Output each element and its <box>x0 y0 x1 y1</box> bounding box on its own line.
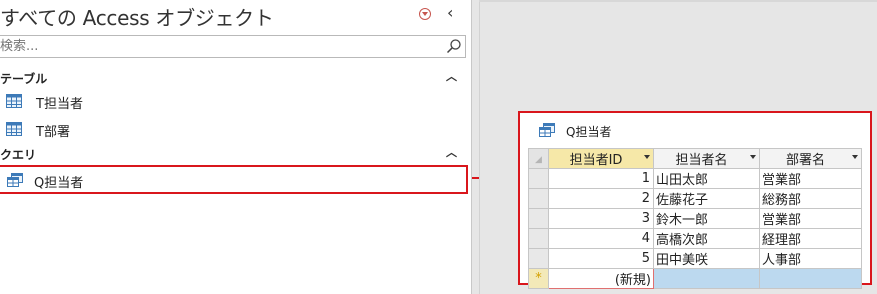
cell-dept[interactable]: 人事部 <box>759 248 862 269</box>
row-selector[interactable] <box>528 168 549 189</box>
cell-name[interactable]: 山田太郎 <box>653 168 760 189</box>
column-header-label: 担当者ID <box>569 153 623 168</box>
row-selector[interactable] <box>528 248 549 269</box>
search-input[interactable] <box>0 38 430 55</box>
cell-dept[interactable]: 経理部 <box>759 228 862 249</box>
collapse-pane-icon[interactable]: ‹ <box>447 4 453 22</box>
table-icon <box>6 122 22 136</box>
nav-item-label: T担当者 <box>36 97 83 112</box>
nav-item-table-tantousha[interactable]: T担当者 <box>0 89 466 113</box>
new-record-cell-name[interactable] <box>653 268 760 289</box>
sort-dropdown-icon[interactable] <box>852 155 858 159</box>
column-header-label: 部署名 <box>785 153 825 168</box>
navigation-pane: すべての Access オブジェクト ‹ テーブル ︿ T担当者 <box>0 0 472 294</box>
cell-dept[interactable]: 営業部 <box>759 168 862 189</box>
new-record-row[interactable]: * (新規) <box>528 268 862 289</box>
nav-item-label: T部署 <box>36 125 70 140</box>
table-row[interactable]: 3 鈴木一郎 営業部 <box>528 208 862 229</box>
table-row[interactable]: 2 佐藤花子 総務部 <box>528 188 862 209</box>
cell-id[interactable]: 1 <box>548 168 654 189</box>
search-box[interactable] <box>0 35 466 58</box>
nav-item-table-busho[interactable]: T部署 <box>0 117 466 141</box>
document-area-top-edge <box>479 0 877 2</box>
collapse-chevron-icon[interactable]: ︿ <box>446 144 457 160</box>
nav-pane-title[interactable]: すべての Access オブジェクト <box>0 2 274 31</box>
cell-id[interactable]: 4 <box>548 228 654 249</box>
query-window-title: Q担当者 <box>566 125 612 139</box>
group-label-queries: クエリ <box>0 148 37 162</box>
query-icon <box>7 173 23 187</box>
cell-id[interactable]: 5 <box>548 248 654 269</box>
row-selector[interactable] <box>528 208 549 229</box>
table-row[interactable]: 1 山田太郎 営業部 <box>528 168 862 189</box>
query-datasheet-window[interactable]: Q担当者 ◢ 担当者ID 担当者名 部署名 1 山田太郎 営業部 2 佐藤花子 … <box>518 111 872 289</box>
group-header-queries[interactable]: クエリ ︿ <box>0 144 466 162</box>
search-icon[interactable] <box>446 38 462 54</box>
cell-id[interactable]: 2 <box>548 188 654 209</box>
sort-dropdown-icon[interactable] <box>644 155 650 159</box>
new-record-cell[interactable]: (新規) <box>548 268 654 289</box>
sort-dropdown-icon[interactable] <box>750 155 756 159</box>
new-record-cell-dept[interactable] <box>759 268 862 289</box>
cell-name[interactable]: 鈴木一郎 <box>653 208 760 229</box>
nav-item-label: Q担当者 <box>34 176 84 191</box>
group-header-tables[interactable]: テーブル ︿ <box>0 68 466 86</box>
query-icon <box>539 123 555 137</box>
nav-item-query-tantousha[interactable]: Q担当者 <box>0 165 468 194</box>
nav-menu-dropdown-icon[interactable] <box>419 8 431 20</box>
select-all-cell[interactable]: ◢ <box>528 148 549 169</box>
group-label-tables: テーブル <box>0 72 48 86</box>
column-header-label: 担当者名 <box>675 153 728 168</box>
cell-id[interactable]: 3 <box>548 208 654 229</box>
cell-dept[interactable]: 総務部 <box>759 188 862 209</box>
cell-name[interactable]: 高橋次郎 <box>653 228 760 249</box>
table-row[interactable]: 5 田中美咲 人事部 <box>528 248 862 269</box>
column-header-id[interactable]: 担当者ID <box>548 148 654 169</box>
row-selector[interactable] <box>528 228 549 249</box>
column-header-name[interactable]: 担当者名 <box>653 148 760 169</box>
column-header-dept[interactable]: 部署名 <box>759 148 862 169</box>
cell-dept[interactable]: 営業部 <box>759 208 862 229</box>
cell-name[interactable]: 佐藤花子 <box>653 188 760 209</box>
datasheet-grid[interactable]: ◢ 担当者ID 担当者名 部署名 1 山田太郎 営業部 2 佐藤花子 総務部 3 <box>528 148 862 289</box>
table-icon <box>6 94 22 108</box>
cell-name[interactable]: 田中美咲 <box>653 248 760 269</box>
row-selector[interactable] <box>528 188 549 209</box>
header-row: ◢ 担当者ID 担当者名 部署名 <box>528 148 862 169</box>
new-record-marker[interactable]: * <box>528 268 549 289</box>
collapse-chevron-icon[interactable]: ︿ <box>446 68 457 84</box>
table-row[interactable]: 4 高橋次郎 経理部 <box>528 228 862 249</box>
